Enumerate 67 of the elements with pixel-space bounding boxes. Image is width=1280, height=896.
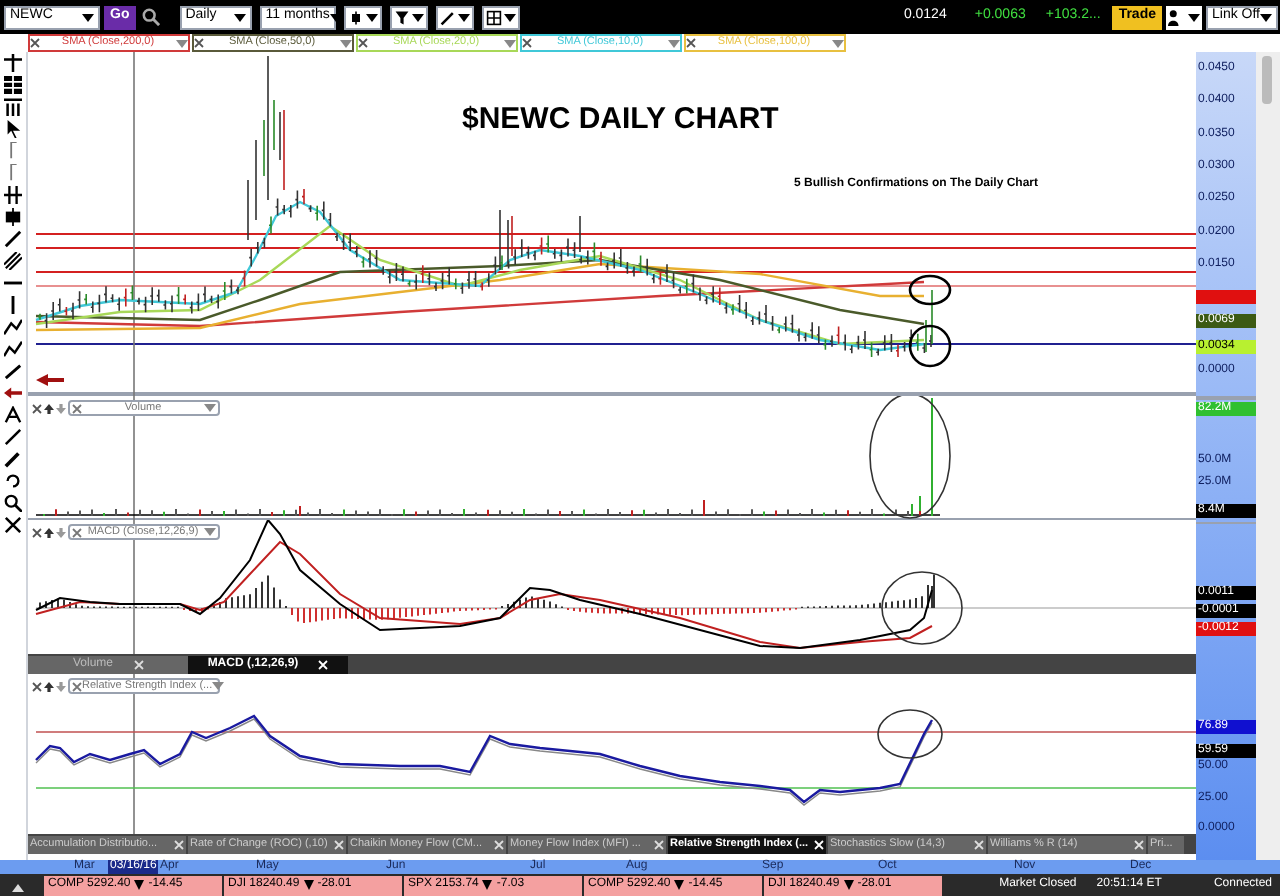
filter-menu[interactable] — [389, 5, 428, 29]
close-icon[interactable] — [32, 681, 42, 691]
caret-icon — [365, 13, 378, 21]
down-arrow-icon — [303, 880, 314, 890]
cursor-line — [133, 520, 135, 654]
arrow-icon[interactable] — [4, 384, 22, 402]
caret-icon — [503, 13, 516, 21]
pencil-icon[interactable] — [4, 450, 22, 468]
zigzag-icon[interactable] — [4, 340, 22, 358]
annotation-circle — [877, 709, 943, 759]
caret-icon — [832, 39, 844, 47]
trend-line-icon[interactable] — [4, 362, 22, 380]
arrow-icon — [36, 374, 64, 386]
trend-line-icon[interactable] — [4, 318, 22, 336]
caret-icon — [411, 13, 424, 21]
caret-icon — [504, 39, 516, 47]
close-icon[interactable] — [30, 38, 40, 48]
arrow-up-icon[interactable] — [44, 527, 54, 537]
caret-icon — [1188, 13, 1200, 21]
search-icon[interactable] — [141, 8, 160, 26]
caret-icon — [212, 682, 225, 690]
annotation-circle — [908, 324, 952, 368]
arrow-up-icon[interactable] — [44, 681, 54, 691]
down-arrow-icon — [482, 880, 493, 890]
scrollbar-thumb[interactable] — [1262, 56, 1272, 104]
annotation-circle — [908, 274, 952, 306]
crosshair-icon[interactable] — [4, 54, 22, 72]
close-icon[interactable] — [32, 403, 42, 413]
down-arrow-icon — [134, 880, 145, 890]
undo-icon[interactable] — [4, 472, 22, 490]
text-icon[interactable] — [4, 406, 22, 424]
caret-icon — [668, 39, 680, 47]
close-icon[interactable] — [686, 38, 696, 48]
caret-icon — [176, 39, 188, 47]
close-icon[interactable] — [194, 38, 204, 48]
caret-icon — [457, 13, 470, 21]
layout-menu[interactable] — [481, 5, 520, 29]
arrow-up-icon[interactable] — [44, 403, 54, 413]
caret-icon — [204, 528, 216, 536]
bar-type-menu[interactable] — [343, 5, 382, 29]
caret-icon — [1260, 13, 1272, 21]
close-icon[interactable] — [358, 38, 368, 48]
people-menu[interactable] — [1166, 5, 1202, 29]
layout-icon — [485, 9, 502, 25]
annotation-circle — [881, 571, 963, 645]
caret-icon — [329, 13, 342, 21]
expand-icon[interactable] — [12, 879, 24, 891]
caret-icon — [204, 404, 216, 412]
close-icon[interactable] — [522, 38, 532, 48]
people-icon — [1168, 9, 1182, 25]
caret-icon — [82, 13, 94, 21]
close-icon[interactable] — [32, 527, 42, 537]
caret-icon — [340, 39, 352, 47]
columns-icon[interactable] — [4, 98, 22, 116]
caret-icon — [233, 13, 246, 21]
pencil-menu[interactable] — [435, 5, 474, 29]
zoom-icon[interactable] — [4, 494, 22, 512]
pointer-icon[interactable] — [4, 120, 22, 138]
channel-icon[interactable] — [4, 252, 22, 270]
close-icon[interactable] — [4, 516, 22, 534]
pencil-icon — [439, 9, 456, 25]
down-arrow-icon — [674, 880, 685, 890]
grid-icon[interactable] — [4, 76, 22, 94]
trend-line-icon[interactable] — [4, 230, 22, 248]
chart-title: $NEWC DAILY CHART — [462, 100, 779, 140]
line-icon[interactable] — [4, 428, 22, 446]
down-arrow-icon — [843, 880, 854, 890]
